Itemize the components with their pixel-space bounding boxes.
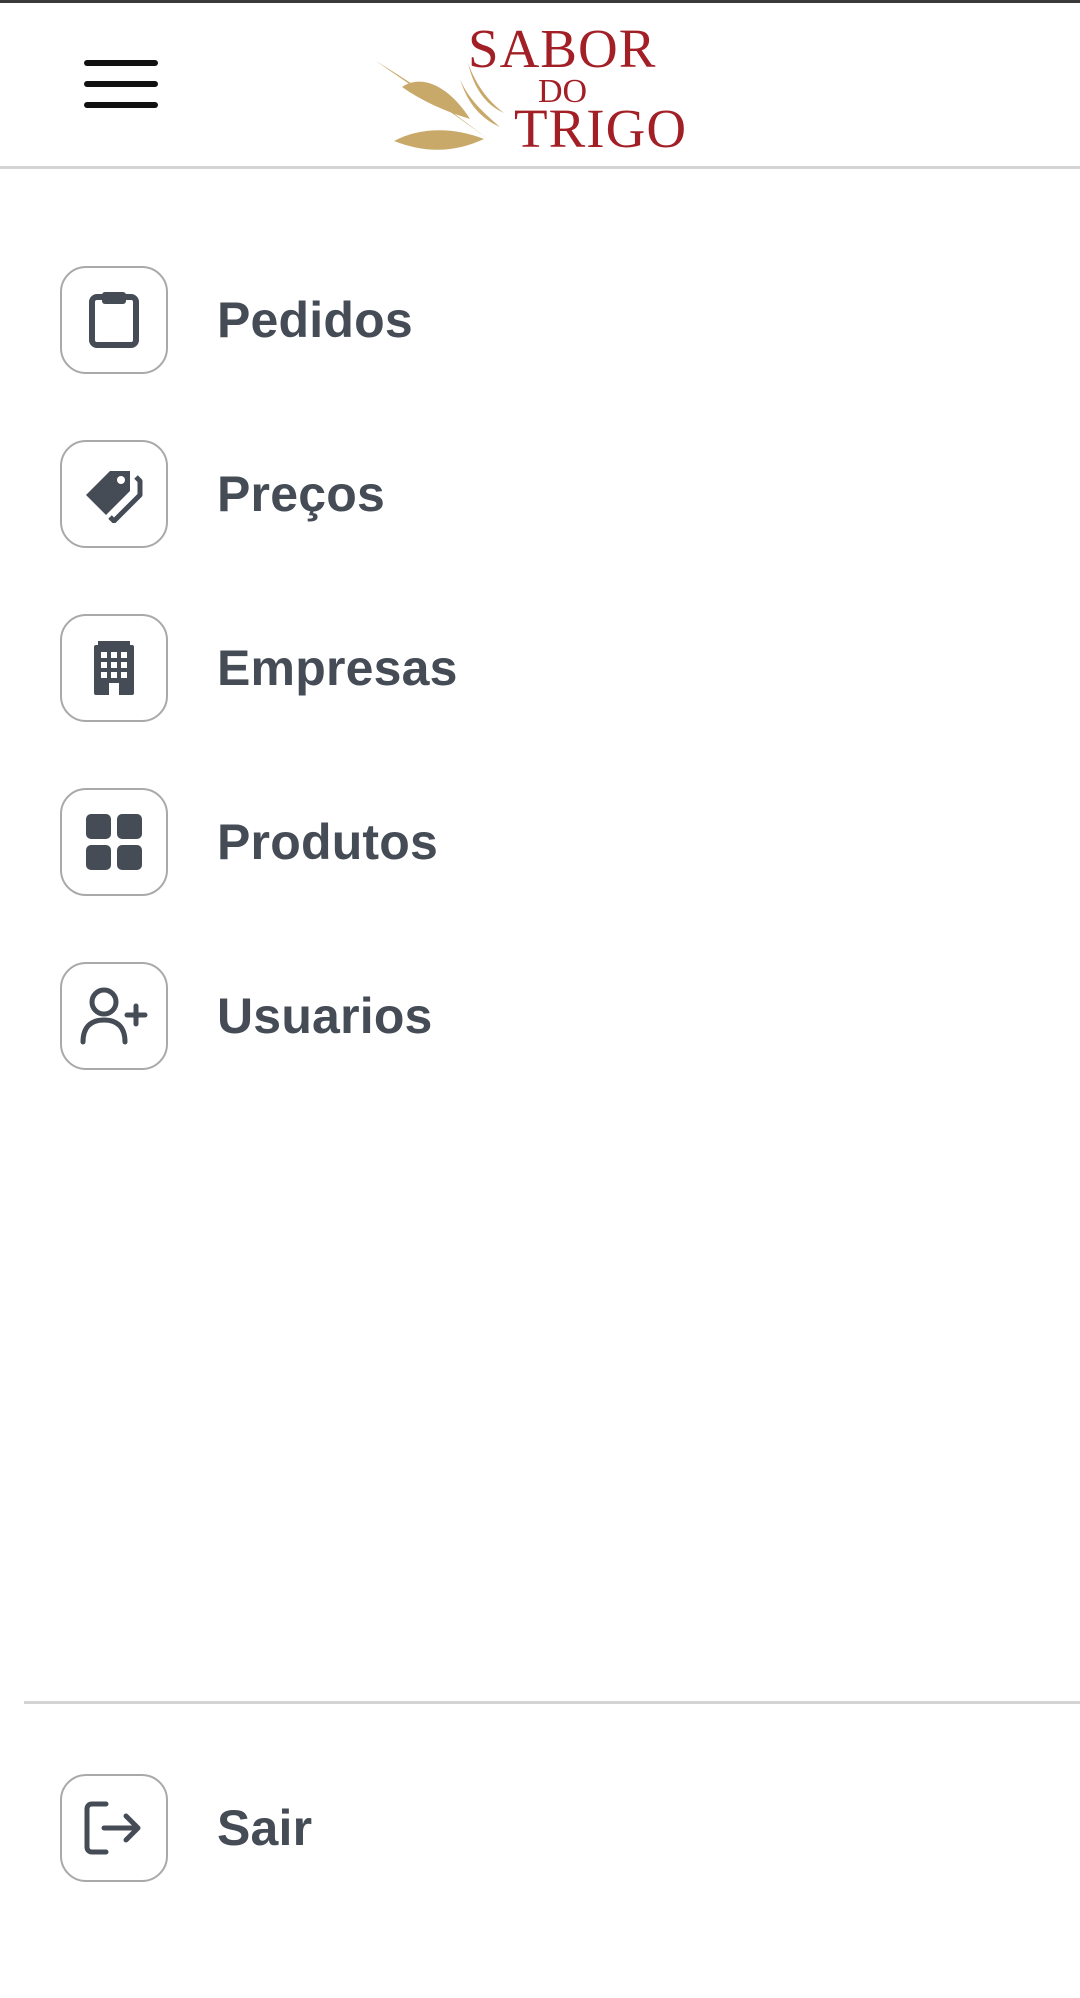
- menu-item-label: Usuarios: [217, 988, 433, 1044]
- menu-item-empresas[interactable]: Empresas: [60, 614, 1020, 722]
- menu-item-pedidos[interactable]: Pedidos: [60, 266, 1020, 374]
- brand-logo: SABOR DO TRIGO: [372, 13, 722, 159]
- brand-line-1: SABOR: [468, 18, 657, 79]
- menu-item-produtos[interactable]: Produtos: [60, 788, 1020, 896]
- app-header: SABOR DO TRIGO: [0, 3, 1080, 167]
- menu-item-label: Pedidos: [217, 292, 413, 348]
- menu-item-icon-box: [60, 962, 168, 1070]
- hamburger-menu-icon[interactable]: [72, 49, 168, 121]
- tag-icon: [86, 471, 143, 523]
- menu-item-label: Preços: [217, 466, 385, 522]
- brand-line-3: TRIGO: [514, 98, 688, 159]
- building-icon: [94, 641, 134, 695]
- menu-item-icon-box: [60, 266, 168, 374]
- grid-icon: [86, 814, 142, 870]
- menu-item-icon-box: [60, 440, 168, 548]
- header-divider: [0, 166, 1080, 169]
- menu-item-label: Produtos: [217, 814, 439, 870]
- user-plus-icon: [80, 987, 148, 1045]
- menu-item-label: Empresas: [217, 640, 458, 696]
- logout-icon: [84, 1801, 141, 1855]
- menu-item-icon-box: [60, 788, 168, 896]
- menu-divider: [24, 1701, 1080, 1704]
- logout-label: Sair: [217, 1800, 313, 1856]
- logout-button[interactable]: Sair: [60, 1774, 1020, 1882]
- menu-item-precos[interactable]: Preços: [60, 440, 1020, 548]
- menu-item-icon-box: [60, 1774, 168, 1882]
- menu-item-usuarios[interactable]: Usuarios: [60, 962, 1020, 1070]
- menu-item-icon-box: [60, 614, 168, 722]
- clipboard-icon: [89, 292, 139, 348]
